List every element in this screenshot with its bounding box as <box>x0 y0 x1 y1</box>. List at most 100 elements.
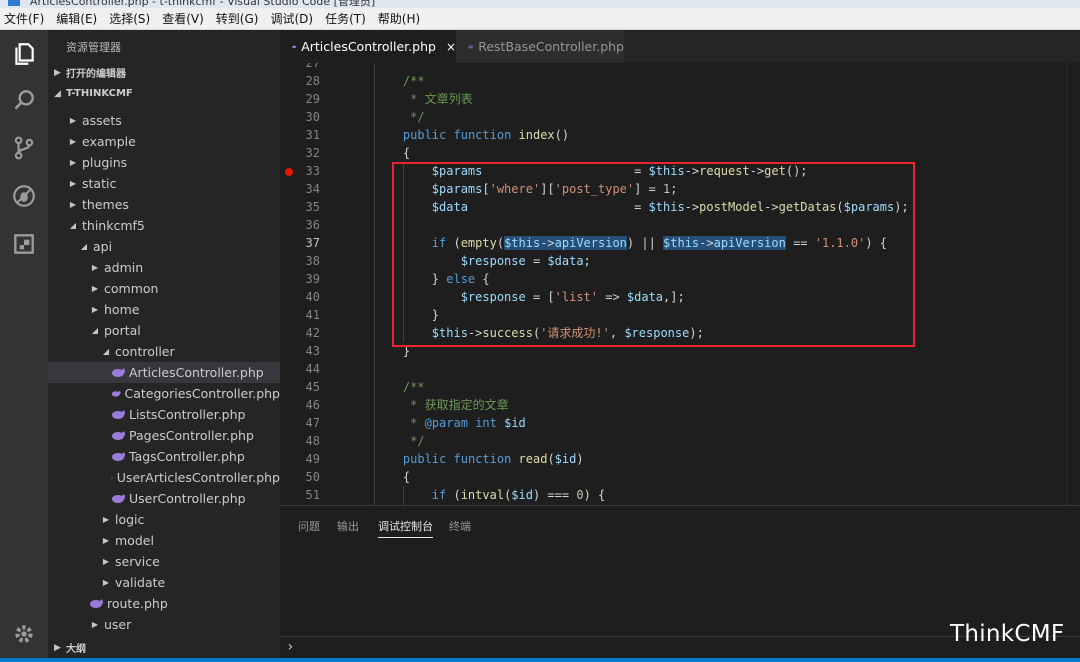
tree-item-label: model <box>115 533 154 548</box>
code-line: { <box>374 470 411 484</box>
folder-item[interactable]: ▶ themes <box>48 194 280 215</box>
tree-item-label: user <box>104 617 132 632</box>
php-icon <box>112 431 125 440</box>
tree-item-label: plugins <box>82 155 128 170</box>
tab-label: RestBaseController.php <box>478 39 624 54</box>
folder-item[interactable]: ▶ admin <box>48 257 280 278</box>
window-title: ArticlesController.php - t-thinkcmf - Vi… <box>30 0 376 8</box>
folder-item[interactable]: ▶ logic <box>48 509 280 530</box>
console-prompt[interactable]: › <box>286 639 294 655</box>
code-line: * 文章列表 <box>402 92 473 106</box>
tab-rest-base-controller[interactable]: RestBaseController.php <box>456 30 624 63</box>
tree-item-label: example <box>82 134 136 149</box>
tree-item-label: PagesController.php <box>129 428 254 443</box>
tree-item-label: service <box>115 554 160 569</box>
folder-item[interactable]: ▶ validate <box>48 572 280 593</box>
folder-item[interactable]: ▶ common <box>48 278 280 299</box>
tab-label: ArticlesController.php <box>301 39 436 54</box>
folder-item[interactable]: ◢ thinkcmf5 <box>48 215 280 236</box>
tree-item-label: api <box>93 239 113 254</box>
line-number: 41 <box>305 308 320 322</box>
chevron-right-icon: ▶ <box>54 67 61 78</box>
tree-item-label: admin <box>104 260 144 275</box>
folder-item[interactable]: ▶ assets <box>48 110 280 131</box>
chevron-right-icon: ▶ <box>91 620 99 629</box>
folder-item[interactable]: ▶ service <box>48 551 280 572</box>
php-icon <box>112 368 125 377</box>
outline-section[interactable]: ▶ 大纲 <box>48 637 280 658</box>
folder-item[interactable]: ▶ home <box>48 299 280 320</box>
php-icon <box>90 599 103 608</box>
menu-item[interactable]: 帮助(H) <box>378 10 420 27</box>
tree-item-label: TagsController.php <box>129 449 245 464</box>
folder-item[interactable]: ◢ api <box>48 236 280 257</box>
php-icon <box>111 390 121 397</box>
file-item[interactable]: ListsController.php <box>48 404 280 425</box>
file-item[interactable]: route.php <box>48 593 280 614</box>
line-number: 40 <box>305 290 320 304</box>
extensions-icon[interactable] <box>0 220 48 268</box>
folder-item[interactable]: ◢ portal <box>48 320 280 341</box>
file-item[interactable]: CategoriesController.php <box>48 383 280 404</box>
search-icon[interactable] <box>0 76 48 124</box>
code-editor[interactable]: 27 28 29 30 31 32 33 34 35 36 37 38 39 40 41 42 43 44 45 46… <box>280 63 1080 505</box>
tab-debug-console[interactable]: 调试控制台 <box>378 518 433 538</box>
debug-icon[interactable] <box>0 172 48 220</box>
php-icon <box>112 410 125 419</box>
explorer-icon[interactable] <box>0 30 48 78</box>
line-number: 28 <box>305 74 320 88</box>
chevron-down-icon: ◢ <box>69 221 77 230</box>
line-number: 48 <box>305 434 320 448</box>
code-line: public function index() <box>402 128 570 142</box>
tab-problems[interactable]: 问题 <box>298 518 320 534</box>
menu-item[interactable]: 查看(V) <box>162 10 204 27</box>
file-item[interactable]: PagesController.php <box>48 425 280 446</box>
folder-item[interactable]: ◢ controller <box>48 341 280 362</box>
menu-item[interactable]: 转到(G) <box>216 10 259 27</box>
tab-output[interactable]: 输出 <box>337 518 359 534</box>
line-number: 35 <box>305 200 320 214</box>
file-item[interactable]: UserController.php <box>48 488 280 509</box>
menu-item[interactable]: 调试(D) <box>270 10 313 27</box>
folder-item[interactable]: ▶ static <box>48 173 280 194</box>
file-item[interactable]: ArticlesController.php <box>48 362 280 383</box>
tree-item-label: CategoriesController.php <box>124 386 280 401</box>
folder-item[interactable]: ▶ plugins <box>48 152 280 173</box>
chevron-right-icon: ▶ <box>69 116 77 125</box>
code-line: /** <box>402 380 425 394</box>
code-line: * 获取指定的文章 <box>402 398 509 412</box>
menu-item[interactable]: 文件(F) <box>4 10 44 27</box>
php-icon <box>111 476 113 479</box>
annotation-highlight-box <box>392 162 915 347</box>
breakpoint-marker[interactable] <box>285 168 293 176</box>
source-control-icon[interactable] <box>0 124 48 172</box>
tree-item-label: ListsController.php <box>129 407 246 422</box>
menu-item[interactable]: 选择(S) <box>109 10 150 27</box>
tree-item-label: assets <box>82 113 122 128</box>
gear-icon[interactable] <box>0 610 48 658</box>
file-item[interactable]: TagsController.php <box>48 446 280 467</box>
editor-scrollbar[interactable] <box>1066 63 1080 505</box>
open-editors-section[interactable]: ▶ 打开的编辑器 <box>48 62 280 83</box>
line-number: 42 <box>305 326 320 340</box>
code-line: if (intval($id) === 0) { <box>431 488 606 502</box>
tab-terminal[interactable]: 终端 <box>449 518 471 534</box>
tab-articles-controller[interactable]: ArticlesController.php × <box>280 30 456 63</box>
sidebar-title: 资源管理器 <box>66 41 121 54</box>
folder-item[interactable]: ▶ model <box>48 530 280 551</box>
explorer-sidebar: 资源管理器 ▶ 打开的编辑器 ◢ T-THINKCMF ▶ assets ▶ exam… <box>48 30 280 658</box>
menu-item[interactable]: 编辑(E) <box>56 10 97 27</box>
file-item[interactable]: UserArticlesController.php <box>48 467 280 488</box>
close-icon[interactable]: × <box>446 40 456 54</box>
line-number: 46 <box>305 398 320 412</box>
folder-item[interactable]: ▶ user <box>48 614 280 635</box>
project-section[interactable]: ◢ T-THINKCMF <box>48 83 280 104</box>
code-line: */ <box>402 110 425 124</box>
tree-item-label: controller <box>115 344 175 359</box>
menu-item[interactable]: 任务(T) <box>325 10 366 27</box>
folder-item[interactable]: ▶ example <box>48 131 280 152</box>
line-number: 49 <box>305 452 320 466</box>
code-line: public function read($id) <box>402 452 584 466</box>
chevron-right-icon: ▶ <box>102 536 110 545</box>
tree-item-label: UserArticlesController.php <box>116 470 280 485</box>
